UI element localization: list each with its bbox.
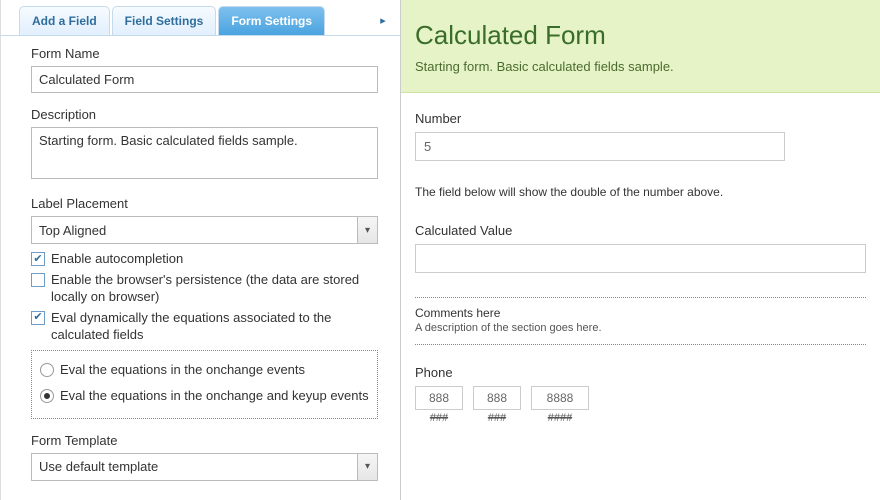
- radio-eval-onchange[interactable]: Eval the equations in the onchange event…: [40, 361, 369, 379]
- checkbox-checked-icon: ✔: [31, 311, 45, 325]
- number-input[interactable]: [415, 132, 785, 161]
- radio-eval-onchange-keyup-label: Eval the equations in the onchange and k…: [60, 387, 369, 405]
- calculated-value-label: Calculated Value: [415, 223, 866, 238]
- settings-panel: Add a Field Field Settings Form Settings…: [0, 0, 400, 500]
- form-name-input[interactable]: [31, 66, 378, 93]
- tab-add-field[interactable]: Add a Field: [19, 6, 110, 35]
- description-textarea[interactable]: Starting form. Basic calculated fields s…: [31, 127, 378, 179]
- checkbox-unchecked-icon: [31, 273, 45, 287]
- eval-mode-group: Eval the equations in the onchange event…: [31, 350, 378, 419]
- form-header: Calculated Form Starting form. Basic cal…: [401, 0, 880, 93]
- phone-part-3-input[interactable]: [531, 386, 589, 410]
- chevron-down-icon: ▾: [357, 217, 377, 243]
- calculated-value-input[interactable]: [415, 244, 866, 273]
- preview-number-field: Number: [415, 111, 866, 161]
- phone-part-2-input[interactable]: [473, 386, 521, 410]
- label-placement-select[interactable]: Top Aligned ▾: [31, 216, 378, 244]
- section-title: Comments here: [415, 306, 866, 320]
- phone-part-2-hint: ###: [488, 412, 506, 424]
- phone-label: Phone: [415, 365, 866, 380]
- section-description: A description of the section goes here.: [415, 322, 866, 334]
- number-note: The field below will show the double of …: [415, 185, 866, 199]
- number-label: Number: [415, 111, 866, 126]
- preview-phone-field: Phone ### ### ####: [415, 365, 866, 424]
- description-label: Description: [31, 107, 378, 122]
- preview-section: Comments here A description of the secti…: [415, 297, 866, 345]
- radio-checked-icon: [40, 389, 54, 403]
- checkbox-persistence[interactable]: Enable the browser's persistence (the da…: [31, 271, 378, 306]
- form-preview: Calculated Form Starting form. Basic cal…: [400, 0, 880, 500]
- checkbox-persistence-label: Enable the browser's persistence (the da…: [51, 271, 378, 306]
- form-preview-description: Starting form. Basic calculated fields s…: [415, 59, 866, 74]
- label-placement-value: Top Aligned: [32, 218, 357, 243]
- form-template-value: Use default template: [32, 454, 357, 479]
- phone-part-1-input[interactable]: [415, 386, 463, 410]
- checkbox-autocompletion[interactable]: ✔ Enable autocompletion: [31, 250, 378, 268]
- form-template-label: Form Template: [31, 433, 378, 448]
- form-template-select[interactable]: Use default template ▾: [31, 453, 378, 481]
- tab-field-settings[interactable]: Field Settings: [112, 6, 217, 35]
- form-preview-title: Calculated Form: [415, 20, 866, 51]
- preview-calculated-field: Calculated Value: [415, 223, 866, 273]
- phone-part-1-hint: ###: [430, 412, 448, 424]
- checkbox-autocompletion-label: Enable autocompletion: [51, 250, 183, 268]
- radio-eval-onchange-label: Eval the equations in the onchange event…: [60, 361, 305, 379]
- tab-form-settings[interactable]: Form Settings: [218, 6, 325, 35]
- form-name-label: Form Name: [31, 46, 378, 61]
- checkbox-eval-dynamic-label: Eval dynamically the equations associate…: [51, 309, 378, 344]
- settings-tabs: Add a Field Field Settings Form Settings…: [1, 0, 400, 36]
- checkbox-eval-dynamic[interactable]: ✔ Eval dynamically the equations associa…: [31, 309, 378, 344]
- tabs-scroll-right-icon[interactable]: ▸: [376, 6, 390, 35]
- label-placement-label: Label Placement: [31, 196, 378, 211]
- chevron-down-icon: ▾: [357, 454, 377, 480]
- phone-part-3-hint: ####: [548, 412, 572, 424]
- radio-eval-onchange-keyup[interactable]: Eval the equations in the onchange and k…: [40, 387, 369, 405]
- checkbox-checked-icon: ✔: [31, 252, 45, 266]
- radio-unchecked-icon: [40, 363, 54, 377]
